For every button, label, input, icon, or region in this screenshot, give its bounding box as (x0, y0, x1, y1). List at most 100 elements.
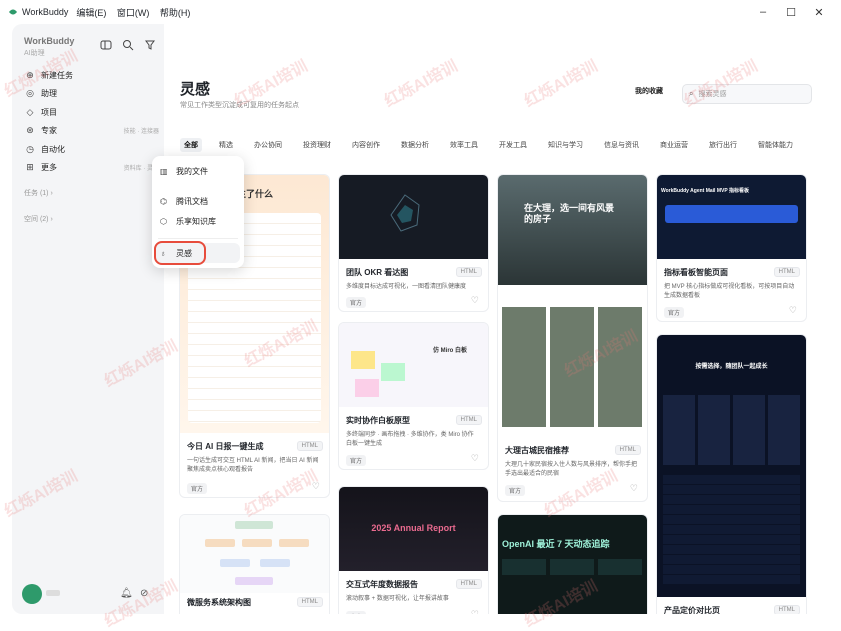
card-tag: 官方 (346, 611, 367, 614)
dropdown-item-tencent-docs[interactable]: ⌬ 腾讯文档 (160, 196, 208, 207)
tab-featured[interactable]: 精选 (215, 138, 237, 152)
heart-icon[interactable]: ♡ (312, 481, 320, 492)
sticky-note (381, 363, 405, 381)
sidebar-item-new-task[interactable]: ⊕ 新建任务 (24, 66, 159, 85)
card-badge: HTML (773, 267, 800, 277)
page-title: 灵感 (180, 81, 211, 98)
tab-finance[interactable]: 投资理财 (299, 138, 335, 152)
section-tasks[interactable]: 任务 (1) › (24, 188, 53, 198)
search-input[interactable]: ⌕ 搜索灵感 (682, 84, 812, 104)
tab-news[interactable]: 信息与资讯 (600, 138, 643, 152)
minimize-button[interactable]: – (749, 6, 777, 18)
tab-data[interactable]: 数据分析 (397, 138, 433, 152)
card-thumbnail (180, 515, 329, 593)
menu-edit[interactable]: 编辑(E) (76, 8, 106, 18)
app-name: WorkBuddy (22, 7, 69, 17)
card-thumbnail: 在大理，选一间有风景的房子 (498, 175, 647, 435)
sidebar-item-more[interactable]: ⊞ 更多 资料库 · 灵感 (24, 159, 159, 178)
card-desc: 大理几十家民宿按入住人数与风景排序，帮你手把手选出最适合的民宿 (505, 462, 638, 477)
dropdown-item-my-files[interactable]: ▥ 我的文件 (160, 166, 208, 177)
knowledge-icon: ⬡ (160, 217, 167, 226)
card-desc: 把 MVP 核心指标做成可视化看板，可按项目自动生成数据看板 (664, 284, 795, 299)
brand-name: WorkBuddy (24, 36, 75, 46)
card-badge: HTML (455, 267, 482, 277)
tab-efficiency[interactable]: 效率工具 (446, 138, 482, 152)
category-tabs: 全部 精选 办公协同 投资理财 内容创作 数据分析 效率工具 开发工具 知识与学… (180, 138, 810, 152)
sidebar-item-expert[interactable]: ⊛ 专家 技能 · 连接器 (24, 122, 159, 141)
sticky-note (355, 379, 379, 397)
tab-business[interactable]: 商业运营 (656, 138, 692, 152)
dropdown-item-label: 我的文件 (176, 167, 208, 176)
heart-icon[interactable]: ♡ (471, 609, 479, 614)
filter-icon[interactable] (144, 39, 156, 51)
sidebar-item-assistant[interactable]: ◎ 助理 (24, 85, 159, 104)
sidebar-item-label: 助理 (41, 89, 57, 99)
my-favorites-button[interactable]: 我的收藏 (635, 86, 663, 96)
heart-icon[interactable]: ♡ (789, 305, 797, 316)
sidebar-item-label: 专家 (41, 126, 57, 136)
window-controls: – ☐ ✕ (749, 0, 833, 24)
card-thumbnail: 按需选择，随团队一起成长 (657, 335, 806, 597)
card-badge: HTML (455, 415, 482, 425)
card-tag: 官方 (346, 297, 367, 308)
sidebar-item-project[interactable]: ◇ 项目 (24, 103, 159, 122)
tab-travel[interactable]: 旅行出行 (705, 138, 741, 152)
card-annual-report[interactable]: 2025 Annual Report 交互式年度数据报告 HTML 滚动叙事 +… (338, 486, 489, 614)
card-openai[interactable]: OpenAI 最近 7 天动态追踪 (497, 514, 648, 614)
section-spaces[interactable]: 空间 (2) › (24, 214, 53, 224)
card-badge: HTML (773, 605, 800, 614)
search-icon[interactable] (122, 39, 134, 51)
sidebar-item-automation[interactable]: ◷ 自动化 (24, 140, 159, 159)
card-desc: 多终端同步 · 画布拖拽 · 多维协作，类 Miro 协作白板一键生成 (346, 432, 474, 447)
close-button[interactable]: ✕ (805, 6, 833, 19)
card-tag: 官方 (346, 455, 367, 466)
heart-icon[interactable]: ♡ (471, 295, 479, 306)
sidebar-nav: ⊕ 新建任务 ◎ 助理 ◇ 项目 ⊛ 专家 技能 · 连接器 ◷ 自动化 ⊞ 更多 资料库 · … (24, 66, 159, 177)
card-title: 今日 AI 日报一键生成 (187, 442, 264, 451)
card-pricing[interactable]: 按需选择，随团队一起成长 产品定价对比页 HTML (656, 334, 807, 614)
tab-content[interactable]: 内容创作 (348, 138, 384, 152)
settings-icon[interactable]: ⊘ (140, 588, 148, 599)
thumb-text: OpenAI 最近 7 天动态追踪 (502, 539, 610, 549)
card-dali[interactable]: 在大理，选一间有风景的房子 大理古城民宿推荐 HTML 大理几十家民宿按入住人数… (497, 174, 648, 502)
plus-square-icon: ⊕ (26, 69, 34, 80)
dropdown-item-knowledge-base[interactable]: ⬡ 乐享知识库 (160, 216, 216, 227)
card-metrics[interactable]: WorkBuddy Agent Mail MVP 指标看板 指标看板智能页面 H… (656, 174, 807, 322)
thumb-text: 仿 Miro 白板 (433, 348, 467, 354)
card-okr[interactable]: 团队 OKR 看达图 HTML 多维度目标达成可视化，一图看清团队健康度 官方 … (338, 174, 489, 312)
avatar[interactable] (22, 584, 42, 604)
heart-icon[interactable]: ♡ (471, 453, 479, 464)
hero-image: 在大理，选一间有风景的房子 (498, 175, 647, 285)
card-title: 微服务系统架构图 (187, 598, 251, 607)
heart-icon[interactable]: ♡ (630, 483, 638, 494)
sidebar: WorkBuddy AI助理 ⊕ 新建任务 ◎ 助理 ◇ 项目 ⊛ 专家 技能 · 连接器… (12, 24, 164, 614)
sidebar-toolbar (100, 39, 156, 51)
menu-window[interactable]: 窗口(W) (117, 8, 150, 18)
sticky-note (351, 351, 375, 369)
highlight-ring (154, 241, 206, 265)
app-logo-icon (9, 9, 17, 15)
tab-all[interactable]: 全部 (180, 138, 202, 152)
layout-icon[interactable] (100, 39, 112, 51)
photo-grid (502, 307, 643, 427)
tab-agent[interactable]: 智能体能力 (754, 138, 797, 152)
tab-dev[interactable]: 开发工具 (495, 138, 531, 152)
thumb-text: 按需选择，随团队一起成长 (695, 364, 768, 370)
bell-icon[interactable]: 🔔︎ (120, 588, 133, 599)
menu-bar: 编辑(E) 窗口(W) 帮助(H) (76, 6, 198, 19)
page-subtitle: 常见工作类型沉淀成可复用的任务起点 (180, 102, 299, 109)
expert-icon: ⊛ (26, 125, 34, 136)
card-title: 大理古城民宿推荐 (505, 446, 569, 455)
card-thumbnail: WorkBuddy Agent Mail MVP 指标看板 (657, 175, 806, 259)
thumb-text: 2025 Annual Report (371, 523, 456, 533)
user-name-placeholder (46, 590, 60, 596)
maximize-button[interactable]: ☐ (777, 6, 805, 19)
card-microservice[interactable]: 微服务系统架构图 HTML (179, 514, 330, 614)
tab-office[interactable]: 办公协同 (250, 138, 286, 152)
tab-learning[interactable]: 知识与学习 (544, 138, 587, 152)
card-whiteboard[interactable]: 仿 Miro 白板 实时协作白板原型 HTML 多终端同步 · 画布拖拽 · 多… (338, 322, 489, 470)
more-dropdown-menu: ▥ 我的文件 ⌬ 腾讯文档 ⬡ 乐享知识库 ♁ 灵感 (152, 156, 244, 268)
dropdown-item-label: 腾讯文档 (176, 197, 208, 206)
menu-help[interactable]: 帮助(H) (160, 8, 191, 18)
card-tag: 官方 (187, 483, 208, 494)
